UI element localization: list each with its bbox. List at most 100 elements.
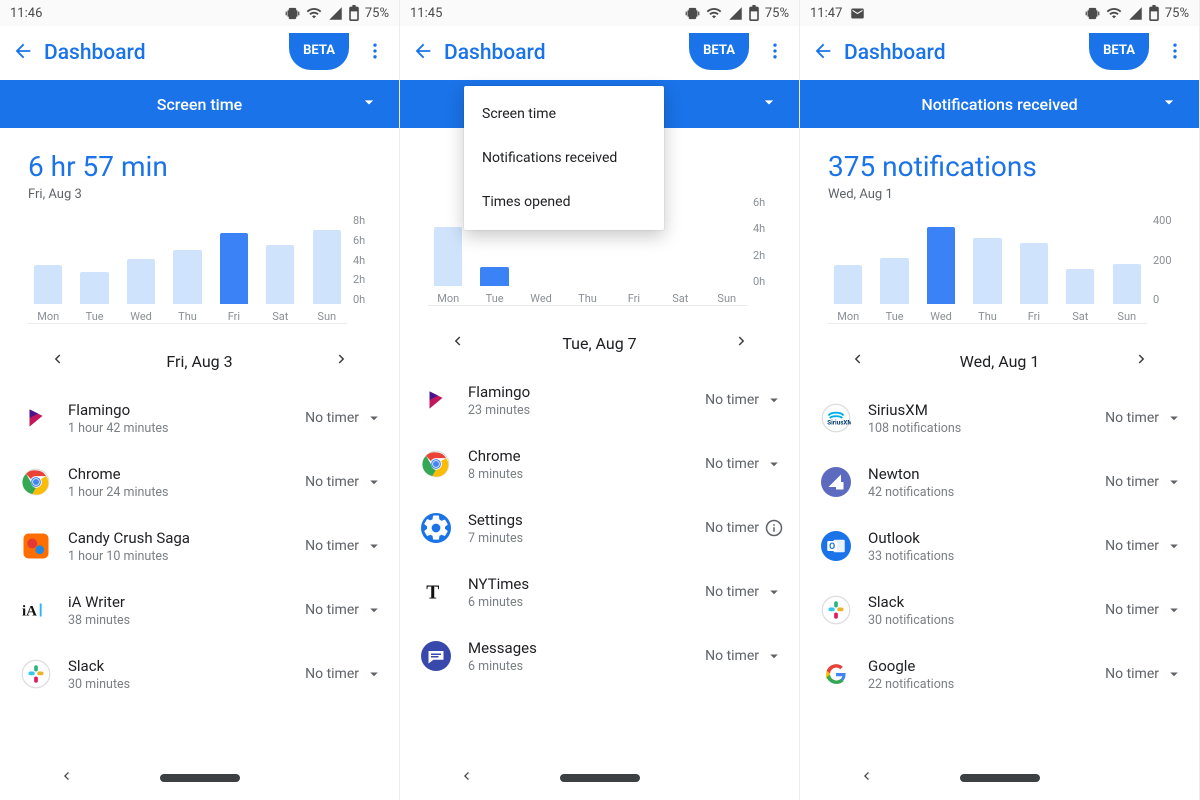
bar (220, 233, 248, 304)
timer-cell[interactable]: No timer (705, 519, 783, 537)
bar-col[interactable]: Thu (567, 286, 607, 305)
timer-cell[interactable]: No timer (1105, 537, 1183, 555)
nav-back-icon[interactable] (858, 768, 874, 788)
app-row[interactable]: OOutlook33 notificationsNo timer (818, 514, 1189, 578)
nav-home-pill[interactable] (560, 774, 640, 782)
phone-panel-1: 11:45 75% Dashboard BETA MonTueWedThuFri… (400, 0, 800, 800)
app-row[interactable]: Flamingo1 hour 42 minutesNo timer (18, 386, 389, 450)
app-meta: Candy Crush Saga1 hour 10 minutes (68, 529, 305, 564)
timer-cell[interactable]: No timer (1105, 473, 1183, 491)
app-row[interactable]: Settings7 minutesNo timer (418, 496, 789, 560)
bar-col[interactable]: Tue (874, 258, 914, 323)
app-row[interactable]: SiriusXMSiriusXM108 notificationsNo time… (818, 386, 1189, 450)
status-time: 11:45 (410, 6, 442, 21)
wifi-icon (306, 5, 322, 21)
bar-col[interactable]: Fri (214, 233, 254, 323)
chart[interactable]: Mon Tue WedThu Fri SatSun8h6h4h2h0h (0, 206, 399, 324)
bar-col[interactable]: Tue (474, 267, 514, 305)
timer-cell[interactable]: No timer (705, 391, 783, 409)
system-nav (800, 756, 1199, 800)
no-timer-label: No timer (1105, 474, 1159, 490)
back-icon[interactable] (12, 40, 34, 66)
bar-col[interactable]: Sat (260, 245, 300, 323)
metric-selector[interactable]: Notifications received (800, 80, 1199, 128)
overflow-menu-icon[interactable] (359, 35, 391, 71)
bar-col[interactable]: Sun (307, 230, 347, 323)
app-icon-google (818, 656, 854, 692)
dropdown-item-times-opened[interactable]: Times opened (464, 180, 664, 224)
app-header: Dashboard BETA (400, 26, 799, 80)
bar-col[interactable]: Wed (121, 259, 161, 323)
app-row[interactable]: Chrome1 hour 24 minutesNo timer (18, 450, 389, 514)
bar-label: Fri (228, 310, 240, 323)
timer-cell[interactable]: No timer (1105, 665, 1183, 683)
headline: 375 notifications Wed, Aug 1 (800, 128, 1199, 206)
chart[interactable]: MonTueWedThuFriSatSun4002000 (800, 206, 1199, 324)
nav-back-icon[interactable] (458, 768, 474, 788)
bar-col[interactable]: Wed (921, 227, 961, 323)
bar-col[interactable]: Thu (967, 238, 1007, 323)
timer-cell[interactable]: No timer (305, 473, 383, 491)
nav-home-pill[interactable] (160, 774, 240, 782)
app-row[interactable]: Slack30 notificationsNo timer (818, 578, 1189, 642)
app-row[interactable]: Google22 notificationsNo timer (818, 642, 1189, 706)
timer-cell[interactable]: No timer (305, 601, 383, 619)
prev-day-button[interactable] (848, 350, 866, 372)
back-icon[interactable] (412, 40, 434, 66)
bar-col[interactable]: Sun (1107, 264, 1147, 323)
bar-col[interactable]: Mon (428, 227, 468, 305)
bar-label: Wed (530, 292, 552, 305)
bar-col[interactable]: Mon (28, 265, 68, 323)
app-row[interactable]: iAiA Writer38 minutesNo timer (18, 578, 389, 642)
y-axis: 8h6h4h2h0h (347, 214, 381, 324)
app-meta: Slack30 minutes (68, 657, 305, 692)
app-sub: 6 minutes (468, 659, 705, 674)
nav-home-pill[interactable] (960, 774, 1040, 782)
info-icon (765, 519, 783, 537)
timer-cell[interactable]: No timer (705, 647, 783, 665)
dropdown-caret-icon (1165, 665, 1183, 683)
bar-col[interactable]: Wed (521, 286, 561, 305)
timer-cell[interactable]: No timer (1105, 601, 1183, 619)
bar-col[interactable]: Sat (1060, 269, 1100, 323)
app-header: Dashboard BETA (800, 26, 1199, 80)
next-day-button[interactable] (333, 350, 351, 372)
app-row[interactable]: TNYTimes6 minutesNo timer (418, 560, 789, 624)
nav-back-icon[interactable] (58, 768, 74, 788)
bar-col[interactable]: Fri (614, 286, 654, 305)
overflow-menu-icon[interactable] (759, 35, 791, 71)
app-icon-siriusxm: SiriusXM (818, 400, 854, 436)
metric-selector[interactable]: Screen time (0, 80, 399, 128)
timer-cell[interactable]: No timer (705, 583, 783, 601)
app-row[interactable]: Messages6 minutesNo timer (418, 624, 789, 688)
bar-col[interactable]: Tue (74, 272, 114, 323)
timer-cell[interactable]: No timer (305, 537, 383, 555)
timer-cell[interactable]: No timer (305, 665, 383, 683)
timer-cell[interactable]: No timer (1105, 409, 1183, 427)
back-icon[interactable] (812, 40, 834, 66)
bar-col[interactable]: Sun (707, 286, 747, 305)
timer-cell[interactable]: No timer (705, 455, 783, 473)
timer-cell[interactable]: No timer (305, 409, 383, 427)
next-day-button[interactable] (733, 332, 751, 354)
bar-col[interactable]: Mon (828, 265, 868, 323)
no-timer-label: No timer (705, 520, 759, 536)
bar-label: Tue (86, 310, 104, 323)
prev-day-button[interactable] (48, 350, 66, 372)
app-row[interactable]: Chrome8 minutesNo timer (418, 432, 789, 496)
app-name: NYTimes (468, 575, 705, 593)
app-row[interactable]: Slack30 minutesNo timer (18, 642, 389, 706)
overflow-menu-icon[interactable] (1159, 35, 1191, 71)
prev-day-button[interactable] (448, 332, 466, 354)
next-day-button[interactable] (1133, 350, 1151, 372)
no-timer-label: No timer (305, 538, 359, 554)
dropdown-item-screen-time[interactable]: Screen time (464, 92, 664, 136)
bar-col[interactable]: Thu (167, 250, 207, 323)
app-row[interactable]: Newton42 notificationsNo timer (818, 450, 1189, 514)
bar-col[interactable]: Fri (1014, 243, 1054, 324)
dropdown-item-notifications[interactable]: Notifications received (464, 136, 664, 180)
status-time: 11:46 (10, 6, 42, 21)
bar-col[interactable]: Sat (660, 286, 700, 305)
app-row[interactable]: Flamingo23 minutesNo timer (418, 368, 789, 432)
app-row[interactable]: Candy Crush Saga1 hour 10 minutesNo time… (18, 514, 389, 578)
